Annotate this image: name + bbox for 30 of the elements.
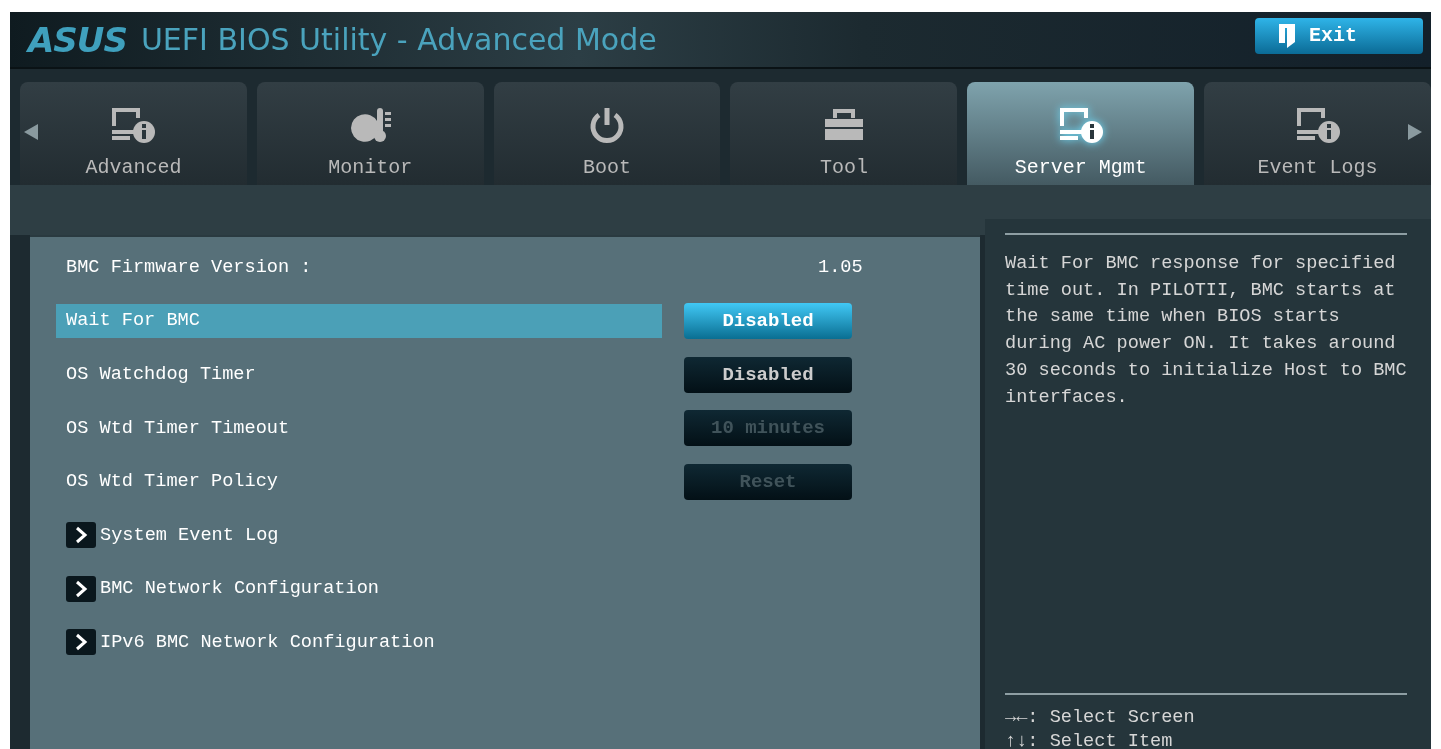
scroll-right-icon[interactable]: [1408, 124, 1422, 140]
setting-label[interactable]: OS Watchdog Timer: [66, 364, 256, 386]
chevron-icon: [66, 575, 96, 602]
menu-tab[interactable]: Boot: [493, 82, 721, 185]
brand-logo: ASUS: [28, 19, 127, 60]
submenu-link[interactable]: System Event Log: [100, 524, 279, 546]
menu-tab[interactable]: Event Logs: [1204, 82, 1431, 185]
menu-tab[interactable]: Monitor: [256, 82, 484, 185]
submenu-link[interactable]: BMC Network Configuration: [100, 578, 379, 600]
monitor-info-icon: [1294, 106, 1341, 144]
menu-tab[interactable]: Advanced: [20, 82, 247, 185]
menu-tab[interactable]: Server Mgmt: [967, 82, 1195, 185]
submenu-link[interactable]: IPv6 BMC Network Configuration: [100, 631, 435, 653]
menu-tab[interactable]: Tool: [730, 82, 958, 185]
exit-button[interactable]: Exit: [1255, 17, 1423, 54]
setting-label: BMC Firmware Version :: [66, 257, 312, 279]
key-hint: ↑↓: Select Item: [1005, 731, 1173, 749]
monitor-info-icon: [1057, 106, 1104, 144]
monitor-info-icon: [110, 106, 157, 144]
window-title: UEFI BIOS Utility - Advanced Mode: [140, 22, 658, 57]
key-hint: →←: Select Screen: [1005, 707, 1195, 728]
help-text: Wait For BMC response for specified time out. In PILOTII, BMC starts at the same time when BIOS starts during AC power ON. It takes around 30 seconds to initialize Host to BMC interfaces.: [1005, 252, 1407, 410]
scroll-left-icon[interactable]: [24, 124, 38, 140]
setting-value: 1.05: [818, 257, 863, 279]
chevron-icon: [66, 522, 96, 549]
chevron-icon: [66, 629, 96, 656]
option-button[interactable]: Disabled: [684, 356, 852, 393]
setting-label[interactable]: Wait For BMC: [56, 304, 662, 339]
option-button[interactable]: Disabled: [684, 303, 852, 340]
door-icon: [1279, 23, 1295, 48]
